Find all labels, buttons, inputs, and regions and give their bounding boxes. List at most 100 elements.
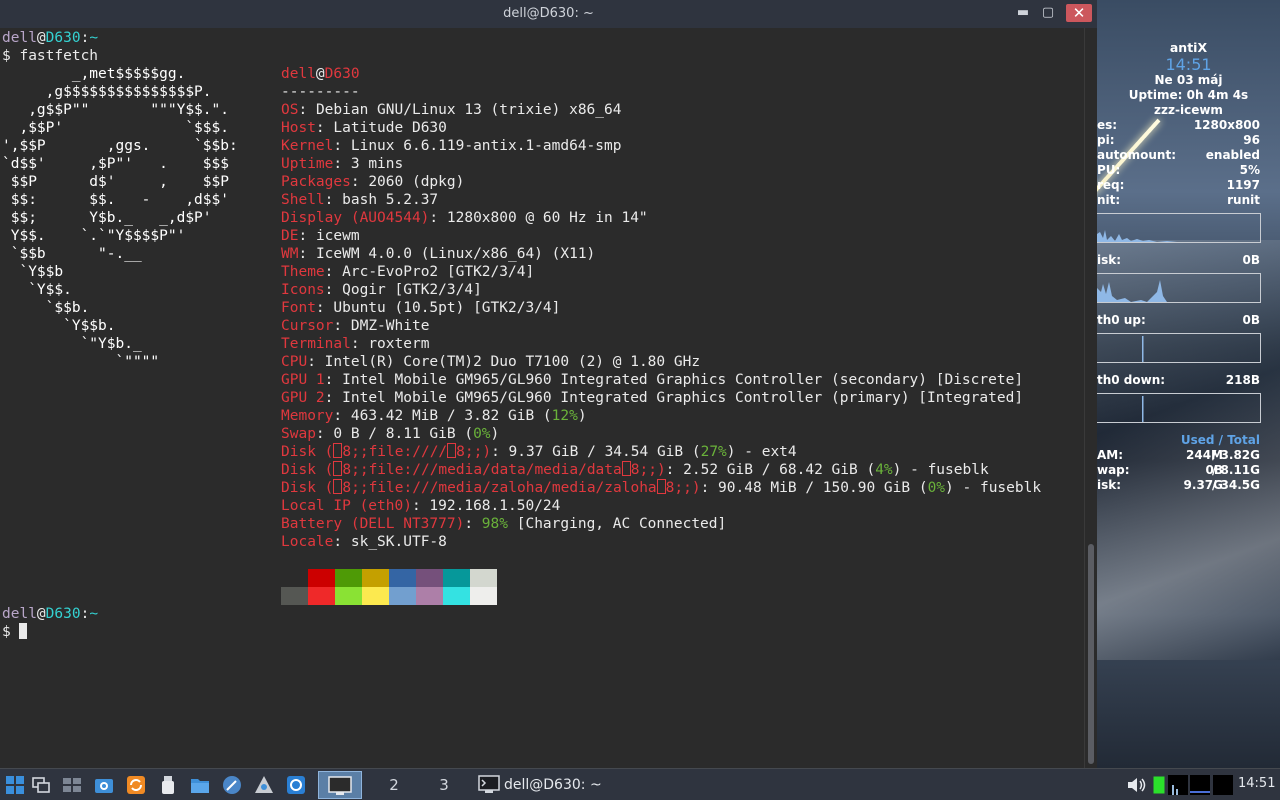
- swap-line: Swap: 0 B / 8.11 GiB (0%): [281, 426, 500, 442]
- swap-value: 0 B / 8.11 GiB (: [333, 426, 474, 442]
- eth-down-value: 218B: [1225, 373, 1260, 387]
- info-value: bash 5.2.37: [342, 192, 439, 208]
- usb-drive-icon[interactable]: [158, 775, 178, 795]
- info-value: Intel(R) Core(TM)2 Duo T7100 (2) @ 1.80 …: [324, 354, 701, 370]
- input-line[interactable]: $: [2, 623, 28, 641]
- network-monitor-icon: [1190, 775, 1210, 795]
- conky-row-label: PU:: [1097, 163, 1121, 177]
- palette-swatch: [443, 569, 470, 587]
- info-row: Kernel: Linux 6.6.119-antix.1-amd64-smp: [281, 138, 622, 154]
- close-button[interactable]: ✕: [1066, 4, 1092, 22]
- disk-value: : 90.48 MiB / 150.90 GiB (: [700, 480, 928, 496]
- conky-mem-label: wap:: [1097, 463, 1130, 477]
- palette-swatch: [416, 569, 443, 587]
- disk-value: : 9.37 GiB / 34.54 GiB (: [491, 444, 701, 460]
- palette-swatch: [308, 569, 335, 587]
- logo-line: `Y$$.: [2, 282, 72, 298]
- conky-row-value: 96: [1243, 133, 1260, 147]
- prompt-user-2: dell: [2, 606, 37, 622]
- prompt-host: D630: [45, 30, 81, 46]
- info-value: Arc-EvoPro2 [GTK2/3/4]: [342, 264, 535, 280]
- info-value: Ubuntu (10.5pt) [GTK2/3/4]: [333, 300, 561, 316]
- info-row: Terminal: roxterm: [281, 336, 430, 352]
- logo-line: `"""": [2, 354, 160, 370]
- memory-pct: 12%: [551, 408, 578, 424]
- locale-line: Locale: sk_SK.UTF-8: [281, 534, 447, 550]
- disk-key: Disk (: [281, 480, 334, 496]
- file-manager-icon[interactable]: [190, 775, 210, 795]
- workspace-2[interactable]: 2: [372, 771, 416, 799]
- start-menu-icon[interactable]: [5, 775, 25, 795]
- palette-swatch: [335, 569, 362, 587]
- terminal-scrollbar[interactable]: [1084, 28, 1097, 768]
- workspace-3[interactable]: 3: [422, 771, 466, 799]
- minimize-button[interactable]: ▬: [1013, 4, 1033, 22]
- info-row: OS: Debian GNU/Linux 13 (trixie) x86_64: [281, 102, 622, 118]
- palette-swatch: [362, 587, 389, 605]
- taskbar-terminal-task[interactable]: dell@D630: ~: [474, 771, 674, 799]
- show-desktop-icon[interactable]: [62, 775, 82, 795]
- window-list-icon[interactable]: [31, 775, 51, 795]
- battery-key: Battery (DELL NT3777): [281, 516, 465, 532]
- header-host: D630: [324, 66, 360, 82]
- eth-up-value: 0B: [1242, 313, 1261, 327]
- local-ip-line: Local IP (eth0): 192.168.1.50/24: [281, 498, 561, 514]
- logo-line: `"Y$b._: [2, 336, 142, 352]
- info-value: IceWM 4.0.0 (Linux/x86_64) (X11): [315, 246, 596, 262]
- memory-line: Memory: 463.42 MiB / 3.82 GiB (12%): [281, 408, 587, 424]
- logo-line: $$: $$. - ,d$$': [2, 192, 229, 208]
- disk-value: 0B: [1242, 253, 1261, 267]
- logo-line: $$P d$' , $$P: [2, 174, 229, 190]
- prompt-line-2: dell@D630:~: [2, 605, 98, 623]
- conky-row-label: pi:: [1097, 133, 1115, 147]
- info-value: 3 mins: [350, 156, 404, 172]
- disk-link-open: 8;;file:////: [342, 444, 448, 460]
- browser-icon[interactable]: [222, 775, 242, 795]
- command-line: $ fastfetch: [2, 47, 98, 65]
- palette-swatch: [470, 587, 497, 605]
- network-manager-icon[interactable]: [286, 775, 306, 795]
- color-palette: [281, 569, 497, 605]
- window-titlebar[interactable]: dell@D630: ~ ▬ ▢ ✕: [0, 0, 1097, 28]
- total-header: Total: [1227, 433, 1260, 447]
- package-installer-icon[interactable]: [254, 775, 274, 795]
- palette-swatch: [416, 587, 443, 605]
- prompt-host-2: D630: [45, 606, 81, 622]
- eth-down-graph-plot: [1142, 396, 1144, 422]
- palette-swatch: [389, 587, 416, 605]
- volume-icon[interactable]: [1126, 776, 1146, 794]
- palette-swatch: [308, 587, 335, 605]
- info-value: Latitude D630: [333, 120, 447, 136]
- header-at: @: [315, 66, 325, 82]
- scrollbar-thumb[interactable]: [1088, 544, 1094, 764]
- battery-icon: [1153, 776, 1165, 794]
- disk-graph-plot: [1097, 280, 1167, 302]
- swap-key: Swap: [281, 426, 316, 442]
- slash-header: /: [1214, 433, 1228, 447]
- terminal-content[interactable]: dell@D630:~ $ fastfetch _,met$$$$$gg. ,g…: [0, 28, 1084, 768]
- update-icon[interactable]: [126, 775, 146, 795]
- battery-value: [Charging, AC Connected]: [508, 516, 727, 532]
- conky-date: Ne 03 máj: [1154, 73, 1223, 87]
- disk-row: Disk (8;;file:///media/data/media/data 8;…: [281, 461, 989, 479]
- workspace-1[interactable]: [318, 771, 362, 799]
- info-value: icewm: [315, 228, 360, 244]
- taskbar: 2 3 dell@D630: ~ 14:51: [0, 768, 1280, 800]
- settings-manager-icon[interactable]: [94, 775, 114, 795]
- conky-row-value: enabled: [1205, 148, 1260, 162]
- info-row: Host: Latitude D630: [281, 120, 447, 136]
- memory-tail: ): [577, 408, 587, 424]
- disk-key: Disk (: [281, 462, 334, 478]
- taskbar-clock[interactable]: 14:51: [1238, 776, 1275, 791]
- desktop-background: antiX 14:51 Ne 03 máj Uptime: 0h 4m 4s z…: [1097, 0, 1280, 768]
- maximize-button[interactable]: ▢: [1038, 4, 1058, 22]
- logo-line: `$$b "-.__: [2, 246, 142, 262]
- conky-mem-total: / 34.5G: [1211, 478, 1260, 492]
- text-cursor: [19, 623, 28, 639]
- prompt-sign: $: [2, 48, 11, 64]
- disk-row: Disk (8;;file://// 8;;): 9.37 GiB / 34.54…: [281, 443, 797, 461]
- info-value: Linux 6.6.119-antix.1-amd64-smp: [350, 138, 622, 154]
- conky-session: zzz-icewm: [1154, 103, 1223, 117]
- conky-distro: antiX: [1169, 40, 1208, 55]
- terminal-window[interactable]: dell@D630: ~ ▬ ▢ ✕ dell@D630:~ $ fastfet…: [0, 0, 1097, 768]
